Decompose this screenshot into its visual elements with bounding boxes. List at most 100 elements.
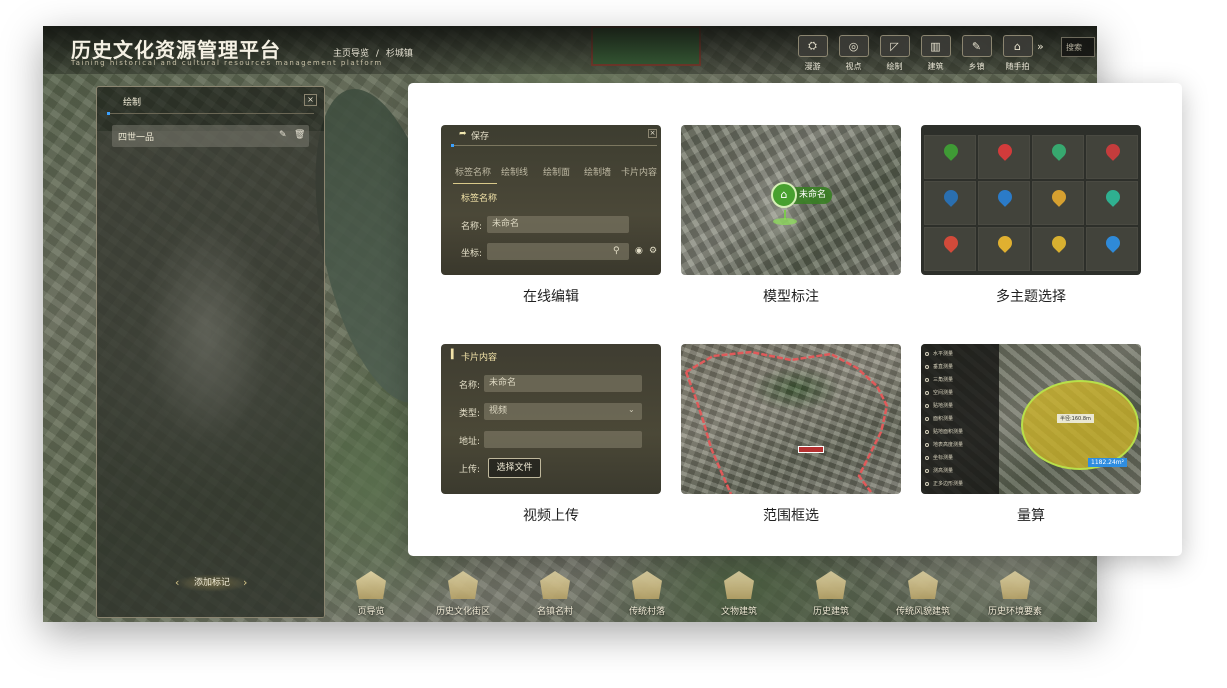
measure-menu-item: 水平测量: [925, 350, 953, 357]
theme-cell: [1086, 227, 1138, 271]
tool-town[interactable]: ✎ 乡镇: [959, 35, 994, 72]
category-bar: 页导览 历史文化街区 名镇名村 传统村落 文物建筑 历史建筑 传统风貌建筑 历史…: [325, 571, 1097, 622]
pavilion-icon: [908, 571, 938, 599]
measure-tool-icon: [925, 416, 929, 421]
tool-camera[interactable]: ⌂ 随手拍: [1000, 35, 1035, 72]
tool-viewpoint[interactable]: ◎ 视点: [836, 35, 871, 72]
map-pin-icon: [941, 187, 961, 207]
pavilion-icon: [632, 571, 662, 599]
breadcrumb-home[interactable]: 主页导览: [333, 49, 369, 59]
measure-menu-item: 测高测量: [925, 467, 953, 474]
model-tag: 未命名: [793, 187, 833, 204]
measure-readout: 半径:160.8m: [1057, 414, 1094, 423]
theme-cell: [924, 135, 976, 179]
measure-menu-label: 面积测量: [933, 416, 954, 422]
app-header: 历史文化资源管理平台 Taining historical and cultur…: [43, 26, 1097, 74]
measure-tool-icon: [925, 429, 929, 434]
tool-building[interactable]: ▥ 建筑: [918, 35, 953, 72]
tool-draw[interactable]: ◸ 绘制: [877, 35, 912, 72]
category-label: 历史环境要素: [987, 607, 1042, 617]
add-mark-button[interactable]: 添加标记: [175, 574, 249, 592]
category-historic-buildings[interactable]: 历史建筑: [785, 571, 877, 622]
measure-menu-label: 坐标测量: [933, 455, 954, 461]
category-historic-district[interactable]: 历史文化街区: [417, 571, 509, 622]
category-cultural-relics[interactable]: 文物建筑: [693, 571, 785, 622]
category-environment-elements[interactable]: 历史环境要素: [969, 571, 1061, 622]
app-subtitle: Taining historical and cultural resource…: [71, 59, 383, 67]
type-field-label: 类型:: [459, 409, 481, 419]
category-famous-towns[interactable]: 名镇名村: [509, 571, 601, 622]
name-field-label: 名称:: [461, 222, 483, 232]
measure-menu-item: 贴地测量: [925, 402, 953, 409]
measure-menu-label: 地表高度测量: [933, 442, 964, 448]
measure-menu-label: 贴地面积测量: [933, 429, 964, 435]
name-field: 未命名: [487, 216, 629, 233]
breadcrumb-separator: /: [375, 49, 379, 59]
map-pin-icon: [1103, 233, 1123, 253]
measure-tool-icon: [925, 468, 929, 473]
close-icon[interactable]: ×: [304, 94, 317, 106]
edit-icon[interactable]: ✎: [279, 130, 287, 140]
range-boundary: [684, 350, 889, 494]
map-pin-icon: [995, 233, 1015, 253]
delete-icon[interactable]: 🗑: [294, 130, 305, 140]
feature-label: 在线编辑: [523, 289, 579, 305]
draw-icon: ◸: [879, 35, 910, 57]
draw-list-item[interactable]: 四世一品 ✎ 🗑: [112, 125, 309, 147]
edit-tab: 绘制墙: [584, 168, 612, 178]
measure-tool-icon: [925, 442, 929, 447]
video-upload-thumbnail: ▍ 卡片内容 名称: 未命名 类型: 视频 ⌄ 地址: 上传: 选择文件: [441, 344, 661, 494]
chevron-down-icon: ⌄: [628, 405, 635, 414]
draw-panel-accent: [107, 112, 110, 115]
gear-icon: ⚙: [649, 246, 658, 256]
edit-section-title: 标签名称: [461, 194, 498, 204]
coord-field: [487, 243, 629, 260]
toolbar-more-icon[interactable]: »: [1037, 40, 1044, 53]
temple-marker-icon: ⌂: [771, 182, 797, 208]
draw-panel-title: 绘制: [123, 98, 142, 108]
theme-cell: [924, 181, 976, 225]
measure-menu-label: 空间测量: [933, 390, 954, 396]
category-guide[interactable]: 页导览: [325, 571, 417, 622]
measure-menu-item: 坐标测量: [925, 454, 953, 461]
pavilion-icon: [1000, 571, 1030, 599]
map-pin-icon: [941, 233, 961, 253]
coord-field-label: 坐标:: [461, 249, 483, 259]
feature-online-edit[interactable]: ➦ 保存 × 标签名称 绘制线 绘制面 绘制墙 卡片内容 标签名称 名称: 未命…: [441, 125, 661, 305]
measure-tool-icon: [925, 377, 929, 382]
map-pin-icon: [995, 141, 1015, 161]
back-arrow-icon: ➦: [459, 129, 467, 139]
measure-tool-icon: [925, 364, 929, 369]
category-traditional-villages[interactable]: 传统村落: [601, 571, 693, 622]
measure-menu-item: 垂直测量: [925, 363, 953, 370]
measure-tool-icon: [925, 390, 929, 395]
theme-cell: [1032, 181, 1084, 225]
name-field: 未命名: [484, 375, 642, 392]
theme-cell: [978, 181, 1030, 225]
feature-multi-theme[interactable]: 多主题选择: [921, 125, 1141, 305]
tool-roam[interactable]: ⛭ 漫游: [795, 35, 830, 72]
camera-icon: ⌂: [1002, 35, 1033, 57]
pavilion-icon: [724, 571, 754, 599]
feature-model-label[interactable]: 未命名 ⌂ 模型标注: [681, 125, 901, 305]
choose-file-button: 选择文件: [488, 458, 541, 478]
address-field-label: 地址:: [459, 437, 481, 447]
map-pin-icon: [1049, 233, 1069, 253]
pavilion-icon: [356, 571, 386, 599]
measure-menu-label: 正多边形测量: [933, 481, 964, 487]
category-label: 传统村落: [628, 607, 665, 617]
tool-label: 随手拍: [1005, 62, 1030, 71]
category-label: 名镇名村: [536, 607, 573, 617]
roam-icon: ⛭: [797, 35, 828, 57]
feature-video-upload[interactable]: ▍ 卡片内容 名称: 未命名 类型: 视频 ⌄ 地址: 上传: 选择文件 视频上…: [441, 344, 661, 524]
measure-menu-item: 地表高度测量: [925, 441, 963, 448]
edit-form-accent: [451, 144, 454, 147]
feature-range-select[interactable]: 范围框选: [681, 344, 901, 524]
viewpoint-icon: ◎: [838, 35, 869, 57]
feature-measure[interactable]: 水平测量 垂直测量 三角测量 空间测量 贴地测量 面积测量 贴地面积测量 地表高度测量 坐标测量…: [921, 344, 1141, 524]
category-traditional-style[interactable]: 传统风貌建筑: [877, 571, 969, 622]
active-tab-underline: [453, 183, 497, 184]
building-icon: ▥: [920, 35, 951, 57]
breadcrumb: 主页导览 / 杉城镇: [333, 46, 417, 59]
search-input[interactable]: [1061, 37, 1095, 57]
